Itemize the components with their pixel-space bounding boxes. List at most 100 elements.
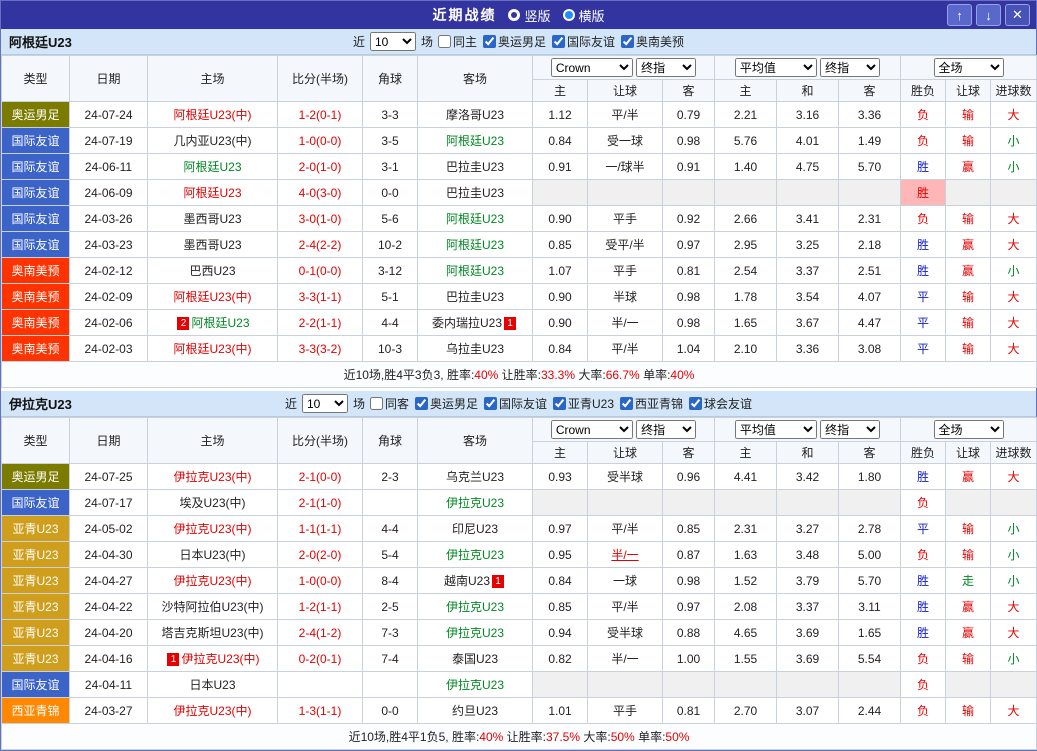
- summary-stat-value: 37.5%: [546, 730, 580, 744]
- recent-label: 近: [285, 395, 297, 412]
- filter-option[interactable]: 球会友谊: [689, 395, 752, 412]
- average-select[interactable]: 平均值: [735, 420, 817, 439]
- filter-option[interactable]: 奥南美预: [621, 33, 684, 50]
- home-team-cell: 塔吉克斯坦U23(中): [148, 620, 278, 646]
- filter-option[interactable]: 奥运男足: [483, 33, 546, 50]
- odds-away-cell: 0.79: [663, 102, 715, 128]
- bookmaker-select[interactable]: Crown: [551, 420, 633, 439]
- filter-option[interactable]: 亚青U23: [553, 395, 614, 412]
- team-name-text: 伊拉克U23(中): [173, 522, 251, 536]
- fulltime-group-header: 全场: [901, 418, 1037, 442]
- results-table: 类型 日期 主场 比分(半场) 角球 客场 Crown 终指 平均值 终指: [1, 417, 1037, 750]
- home-team-cell: 阿根廷U23(中): [148, 284, 278, 310]
- score-cell: 1-3(1-1): [278, 698, 363, 724]
- odds-away-cell: 0.98: [663, 284, 715, 310]
- avg-home-cell: 2.95: [715, 232, 777, 258]
- filter-checkbox[interactable]: [689, 397, 702, 410]
- result-winloss-cell: 胜: [901, 154, 946, 180]
- result-goals-cell: 小: [991, 646, 1037, 672]
- odds-away-cell: 0.87: [663, 542, 715, 568]
- date-cell: 24-04-11: [70, 672, 148, 698]
- fulltime-select[interactable]: 全场: [934, 58, 1004, 77]
- filter-option[interactable]: 国际友谊: [484, 395, 547, 412]
- avg-away-cell: 4.47: [839, 310, 901, 336]
- result-handicap-cell: 输: [946, 128, 991, 154]
- competition-type-cell: 亚青U23: [2, 542, 70, 568]
- avg-draw-cell: 3.48: [777, 542, 839, 568]
- score-cell: [278, 672, 363, 698]
- date-cell: 24-06-11: [70, 154, 148, 180]
- section-summary: 近10场,胜4平3负3, 胜率:40% 让胜率:33.3% 大率:66.7% 单…: [2, 362, 1037, 388]
- bookmaker-select[interactable]: Crown: [551, 58, 633, 77]
- filter-option[interactable]: 奥运男足: [415, 395, 478, 412]
- filter-checkbox[interactable]: [438, 35, 451, 48]
- filter-checkbox[interactable]: [552, 35, 565, 48]
- filter-checkbox[interactable]: [483, 35, 496, 48]
- team-name-text: 阿根廷U23(中): [173, 108, 251, 122]
- filter-option[interactable]: 同主: [438, 33, 477, 50]
- average-group-header: 平均值 终指: [715, 56, 901, 80]
- competition-type-cell: 奥南美预: [2, 284, 70, 310]
- average-select[interactable]: 平均值: [735, 58, 817, 77]
- avg-stage-select[interactable]: 终指: [820, 58, 880, 77]
- match-row: 奥运男足24-07-24阿根廷U23(中)1-2(0-1)3-3摩洛哥U231.…: [2, 102, 1037, 128]
- odds-stage-select[interactable]: 终指: [636, 420, 696, 439]
- odds-handicap-cell: [588, 490, 663, 516]
- home-team-cell: 巴西U23: [148, 258, 278, 284]
- result-handicap-cell: 赢: [946, 464, 991, 490]
- avg-home-cell: 1.78: [715, 284, 777, 310]
- score-cell: 2-2(1-1): [278, 310, 363, 336]
- col-header-avg-home: 主: [715, 442, 777, 464]
- odds-handicap-cell: [588, 180, 663, 206]
- filter-option[interactable]: 同客: [370, 395, 409, 412]
- move-up-button[interactable]: ↑: [947, 4, 972, 26]
- summary-stat-value: 40%: [474, 368, 498, 382]
- result-goals-cell: [991, 490, 1037, 516]
- recent-count-select[interactable]: 10: [302, 394, 348, 413]
- layout-radio-horizontal[interactable]: 横版: [563, 6, 605, 25]
- close-button[interactable]: ✕: [1005, 4, 1030, 26]
- red-card-badge: 1: [167, 653, 179, 666]
- odds-away-cell: 0.91: [663, 154, 715, 180]
- odds-stage-select[interactable]: 终指: [636, 58, 696, 77]
- odds-away-cell: 0.97: [663, 232, 715, 258]
- titlebar: 近期战绩 竖版 横版 ↑ ↓ ✕: [1, 1, 1036, 29]
- filter-checkbox[interactable]: [370, 397, 383, 410]
- score-cell: 2-0(2-0): [278, 542, 363, 568]
- summary-stat-value: 40%: [479, 730, 503, 744]
- panel-title: 近期战绩: [432, 5, 496, 25]
- filter-checkbox[interactable]: [553, 397, 566, 410]
- recent-count-select[interactable]: 10: [370, 32, 416, 51]
- avg-home-cell: [715, 672, 777, 698]
- date-cell: 24-02-12: [70, 258, 148, 284]
- team-name-text: 墨西哥U23: [183, 212, 241, 226]
- odds-handicap-cell: 受半球: [588, 620, 663, 646]
- avg-stage-select[interactable]: 终指: [820, 420, 880, 439]
- odds-away-cell: [663, 672, 715, 698]
- odds-away-cell: [663, 180, 715, 206]
- odds-handicap-cell: 平手: [588, 698, 663, 724]
- match-row: 国际友谊24-07-19几内亚U23(中)1-0(0-0)3-5阿根廷U230.…: [2, 128, 1037, 154]
- avg-draw-cell: 3.37: [777, 594, 839, 620]
- filter-checkbox[interactable]: [484, 397, 497, 410]
- layout-radio-vertical[interactable]: 竖版: [508, 6, 550, 25]
- corner-cell: 7-3: [363, 620, 418, 646]
- filter-checkbox[interactable]: [415, 397, 428, 410]
- avg-draw-cell: 4.75: [777, 154, 839, 180]
- team-name-text: 阿根廷U23(中): [173, 290, 251, 304]
- team-name: 阿根廷U23: [9, 32, 72, 51]
- filter-checkbox[interactable]: [621, 35, 634, 48]
- move-down-button[interactable]: ↓: [976, 4, 1001, 26]
- fulltime-select[interactable]: 全场: [934, 420, 1004, 439]
- filter-option[interactable]: 西亚青锦: [620, 395, 683, 412]
- avg-draw-cell: 3.79: [777, 568, 839, 594]
- filter-label: 国际友谊: [567, 33, 615, 50]
- result-handicap-cell: 输: [946, 206, 991, 232]
- summary-stat-label: 胜率:: [452, 730, 479, 744]
- result-goals-cell: 大: [991, 594, 1037, 620]
- match-row: 国际友谊24-04-11日本U23伊拉克U23负: [2, 672, 1037, 698]
- avg-away-cell: 1.49: [839, 128, 901, 154]
- filter-option[interactable]: 国际友谊: [552, 33, 615, 50]
- filter-checkbox[interactable]: [620, 397, 633, 410]
- team-name-text: 阿根廷U23: [446, 134, 504, 148]
